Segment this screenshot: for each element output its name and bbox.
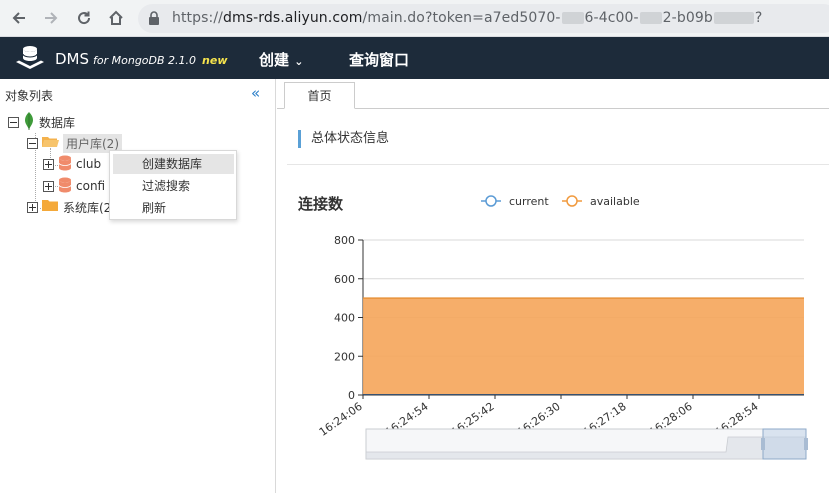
y-tick-label: 600: [334, 273, 355, 286]
address-bar[interactable]: https://dms-rds.aliyun.com/main.do?token…: [138, 4, 829, 33]
folder-open-icon: [42, 135, 59, 151]
reload-icon[interactable]: [73, 7, 95, 29]
ctx-create-database[interactable]: 创建数据库: [113, 154, 234, 174]
expand-toggle-icon[interactable]: [43, 158, 54, 170]
url-text: https://dms-rds.aliyun.com/main.do?token…: [172, 10, 763, 26]
tree-node-user-db[interactable]: 用户库(2): [27, 133, 122, 153]
zoom-handle-left: [761, 438, 765, 450]
browser-toolbar: https://dms-rds.aliyun.com/main.do?token…: [0, 0, 829, 37]
zoom-window: [762, 428, 807, 460]
tree-label-root: 数据库: [39, 115, 76, 130]
ctx-refresh[interactable]: 刷新: [113, 198, 234, 218]
forward-arrow-icon[interactable]: [40, 7, 62, 29]
y-tick-label: 0: [348, 389, 355, 402]
create-menu[interactable]: 创建 ⌄: [259, 49, 303, 70]
x-tick-label: 16:24:06: [317, 400, 365, 439]
legend-marker-available: [566, 195, 578, 207]
tree-node-config[interactable]: confi: [43, 176, 105, 196]
x-tick-label: 16:26:30: [515, 400, 563, 439]
back-arrow-icon[interactable]: [8, 7, 30, 29]
zoom-handle-right: [804, 438, 808, 450]
x-tick-label: 16:25:42: [449, 400, 497, 439]
tree-label-config: confi: [76, 179, 106, 193]
chart-title: 连接数: [298, 195, 344, 213]
context-menu: 创建数据库 过滤搜索 刷新: [109, 150, 237, 220]
chevron-down-icon: ⌄: [294, 55, 304, 68]
tab-home[interactable]: 首页: [284, 82, 355, 109]
legend-label-available: available: [590, 195, 640, 208]
tree-label-system-db: 系统库(2: [63, 200, 112, 215]
panel-title: 对象列表: [5, 89, 54, 103]
x-tick-label: 16:27:18: [581, 400, 629, 439]
zoom-track: [365, 428, 807, 460]
brand-title[interactable]: DMS for MongoDB 2.1.0 new: [55, 50, 228, 68]
section-title: 总体状态信息: [298, 130, 389, 148]
database-logo-icon: [14, 44, 46, 75]
x-tick-label: 16:28:06: [647, 400, 695, 439]
x-tick-label: 16:24:54: [383, 400, 431, 439]
collapse-panel-icon[interactable]: «: [251, 84, 260, 102]
y-tick-label: 200: [334, 350, 355, 363]
home-icon[interactable]: [105, 7, 127, 29]
ctx-filter-search[interactable]: 过滤搜索: [113, 176, 234, 196]
tree-node-system-db[interactable]: 系统库(2: [27, 197, 111, 217]
leaf-icon: [23, 111, 35, 133]
database-icon: [58, 177, 72, 196]
tree-node-club[interactable]: club: [43, 154, 101, 174]
x-tick-label: 16:28:54: [713, 400, 761, 439]
y-tick-label: 400: [334, 312, 355, 325]
collapse-toggle-icon[interactable]: [8, 116, 19, 128]
database-icon: [58, 155, 72, 174]
legend-marker-current: [485, 195, 497, 207]
collapse-toggle-icon[interactable]: [27, 137, 38, 149]
tree-label-club: club: [76, 157, 102, 171]
expand-toggle-icon[interactable]: [27, 201, 38, 213]
series-area-available: [363, 298, 804, 395]
lock-icon: [148, 11, 160, 28]
app-header: DMS for MongoDB 2.1.0 new 创建 ⌄ 查询窗口: [0, 37, 829, 79]
tab-strip-border: [277, 108, 829, 109]
legend-label-current: current: [509, 195, 549, 208]
query-window-menu[interactable]: 查询窗口: [349, 49, 409, 70]
folder-icon: [42, 199, 59, 215]
y-tick-label: 800: [334, 234, 355, 247]
expand-toggle-icon[interactable]: [43, 180, 54, 192]
section-divider: [287, 164, 829, 165]
tree-node-root[interactable]: 数据库: [8, 111, 76, 133]
zoom-preview: [365, 436, 807, 460]
